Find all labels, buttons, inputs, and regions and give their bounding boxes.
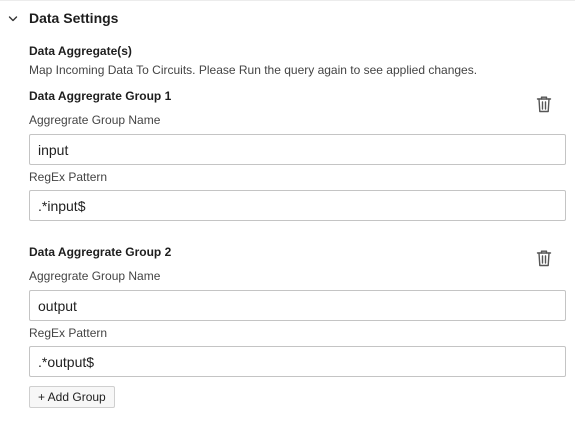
aggregate-group: Data Aggregrate Group 2 Aggregrate Group… xyxy=(29,244,566,377)
regex-pattern-label: RegEx Pattern xyxy=(29,326,108,340)
chevron-down-icon[interactable] xyxy=(8,14,18,24)
group-title: Data Aggregrate Group 2 xyxy=(29,245,172,259)
trash-icon[interactable] xyxy=(536,249,552,267)
top-divider xyxy=(0,0,575,1)
add-group-button[interactable]: + Add Group xyxy=(29,386,115,408)
section-content: Data Aggregate(s) Map Incoming Data To C… xyxy=(29,43,566,377)
regex-pattern-input[interactable] xyxy=(29,190,566,221)
aggregates-heading: Data Aggregate(s) xyxy=(29,44,132,58)
group-title: Data Aggregrate Group 1 xyxy=(29,89,172,103)
group-name-label: Aggregrate Group Name xyxy=(29,269,161,283)
group-name-input[interactable] xyxy=(29,134,566,165)
regex-pattern-input[interactable] xyxy=(29,346,566,377)
aggregates-description: Map Incoming Data To Circuits. Please Ru… xyxy=(29,63,478,77)
data-settings-panel: Data Settings Data Aggregate(s) Map Inco… xyxy=(0,0,575,425)
aggregate-group: Data Aggregrate Group 1 Aggregrate Group… xyxy=(29,88,566,221)
regex-pattern-label: RegEx Pattern xyxy=(29,170,108,184)
trash-icon[interactable] xyxy=(536,95,552,113)
group-name-label: Aggregrate Group Name xyxy=(29,113,161,127)
group-name-input[interactable] xyxy=(29,290,566,321)
section-title: Data Settings xyxy=(29,10,119,26)
